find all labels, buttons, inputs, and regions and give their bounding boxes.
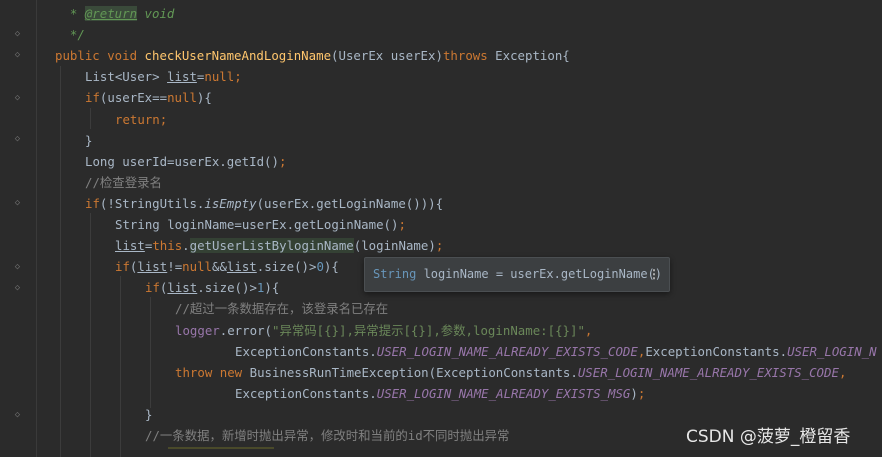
code-token: != xyxy=(167,259,183,275)
code-token: ExceptionConstants. xyxy=(645,343,788,359)
code-token: "异常码[{}],异常提示[{}],参数,loginName:[{}]" xyxy=(271,322,585,338)
code-token: throws xyxy=(442,48,496,64)
code-line[interactable]: * @return void xyxy=(55,3,174,24)
code-token: //超过一条数据存在，该登录名已存在 xyxy=(175,301,389,317)
code-token: ; xyxy=(398,217,406,232)
code-token: Exception{ xyxy=(495,48,570,64)
code-token: ; xyxy=(435,238,444,254)
code-token: . xyxy=(182,238,190,254)
code-token: ExceptionConstants. xyxy=(235,385,377,401)
code-token: ){ xyxy=(196,90,212,106)
code-token: ; xyxy=(234,69,242,85)
csdn-watermark: CSDN @菠萝_橙留香 xyxy=(686,427,851,447)
code-token: String loginName=userEx.getLoginName() xyxy=(115,217,399,232)
code-token: } xyxy=(145,406,153,422)
code-token: (userEx.getLoginName())){ xyxy=(256,195,444,211)
code-token: null xyxy=(167,90,197,106)
code-line[interactable]: throw new BusinessRunTimeException(Excep… xyxy=(175,362,846,383)
text-underline xyxy=(168,447,274,449)
code-token: null xyxy=(182,259,212,275)
code-token: isEmpty xyxy=(204,195,257,211)
code-token: public void xyxy=(55,48,145,64)
code-token: void xyxy=(137,6,175,21)
code-token: this xyxy=(152,238,183,254)
code-token: if xyxy=(85,90,100,106)
code-line[interactable]: List<User> list=null; xyxy=(85,66,242,87)
code-token: null xyxy=(204,69,235,85)
code-line[interactable]: if(userEx==null){ xyxy=(85,87,212,108)
code-token: list xyxy=(115,238,145,254)
code-token: //一条数据，新增时抛出异常，修改时和当前的id不同时抛出异常 xyxy=(145,428,510,443)
code-token: USER_LOGIN_NAME_ALREADY_EXISTS_CODE xyxy=(376,343,638,359)
code-token: USER_LOGIN_NAME_ALREADY_EXISTS_MSG xyxy=(376,385,631,401)
code-token: ; xyxy=(278,153,287,169)
code-line[interactable]: ExceptionConstants.USER_LOGIN_NAME_ALREA… xyxy=(235,383,645,404)
code-line[interactable]: list=this.getUserListByloginName(loginNa… xyxy=(115,235,443,256)
code-line[interactable]: } xyxy=(85,130,92,151)
code-token: */ xyxy=(55,27,85,43)
code-token: list xyxy=(167,280,198,296)
code-token: if xyxy=(145,280,160,296)
code-token: && xyxy=(212,259,227,275)
code-line[interactable]: Long userId=userEx.getId(); xyxy=(85,151,286,172)
tooltip-text: loginName = userEx.getLoginName() xyxy=(416,267,662,281)
code-token: list xyxy=(226,259,257,275)
code-token: ){ xyxy=(264,280,280,296)
code-token: (UserEx userEx) xyxy=(331,48,443,64)
code-line[interactable]: //超过一条数据存在，该登录名已存在 xyxy=(175,298,388,319)
code-token: getUserListByloginName xyxy=(189,238,354,254)
code-line[interactable]: } xyxy=(145,404,152,425)
vertical-ellipsis-icon[interactable]: ⋮ xyxy=(648,258,660,291)
code-token: List<User> xyxy=(85,69,168,85)
code-token: * xyxy=(55,6,85,21)
code-token: } xyxy=(85,132,93,148)
code-token: return; xyxy=(115,111,168,127)
code-token: Long userId=userEx.getId() xyxy=(85,153,279,169)
code-token: (loginName) xyxy=(353,238,436,254)
code-token: logger xyxy=(175,322,220,338)
code-editor[interactable]: * @return void */ public void checkUserNa… xyxy=(0,0,882,457)
tooltip-type-keyword: String xyxy=(373,267,417,281)
inlay-hint-tooltip: String loginName = userEx.getLoginName()… xyxy=(364,257,670,292)
code-line[interactable]: ExceptionConstants.USER_LOGIN_NAME_ALREA… xyxy=(235,341,877,362)
code-token: ExceptionConstants. xyxy=(235,343,377,359)
code-token: .size()> xyxy=(256,259,317,275)
code-token: list xyxy=(137,259,168,275)
code-token: ){ xyxy=(323,259,339,275)
code-line[interactable]: String loginName=userEx.getLoginName(); xyxy=(115,214,406,235)
code-token: (userEx== xyxy=(99,90,168,106)
code-line[interactable]: //检查登录名 xyxy=(85,172,162,193)
code-line[interactable]: //一条数据，新增时抛出异常，修改时和当前的id不同时抛出异常 xyxy=(145,425,509,446)
code-line[interactable]: if(list.size()>1){ xyxy=(145,277,279,298)
code-token: BusinessRunTimeException(ExceptionConsta… xyxy=(249,364,578,380)
code-token: ) xyxy=(630,385,638,401)
code-token: if xyxy=(85,195,100,211)
code-token: , xyxy=(838,364,847,380)
code-line[interactable]: logger.error("异常码[{}],异常提示[{}],参数,loginN… xyxy=(175,320,592,341)
code-token: ; xyxy=(637,385,646,401)
code-token: USER_LOGIN_NAME_ALREADY_EXISTS_CODE xyxy=(577,364,839,380)
code-token: USER_LOGIN_N xyxy=(787,343,877,359)
code-token: (!StringUtils. xyxy=(99,195,205,211)
code-token: checkUserNameAndLoginName xyxy=(144,48,332,64)
code-line[interactable]: */ xyxy=(55,24,85,45)
code-line[interactable]: if(list!=null&&list.size()>0){ xyxy=(115,256,339,277)
code-token: .size()> xyxy=(197,280,257,296)
code-token: if xyxy=(115,259,130,275)
code-line[interactable]: if(!StringUtils.isEmpty(userEx.getLoginN… xyxy=(85,193,443,214)
code-token: .error( xyxy=(219,322,272,338)
code-line[interactable]: return; xyxy=(115,109,167,130)
code-token: list xyxy=(167,69,197,85)
code-token: 0 xyxy=(316,259,324,275)
code-line[interactable]: public void checkUserNameAndLoginName(Us… xyxy=(55,45,570,66)
code-token: @return xyxy=(84,6,138,21)
code-token: throw new xyxy=(175,364,250,380)
code-token: //检查登录名 xyxy=(85,174,162,190)
code-token: , xyxy=(584,322,593,338)
